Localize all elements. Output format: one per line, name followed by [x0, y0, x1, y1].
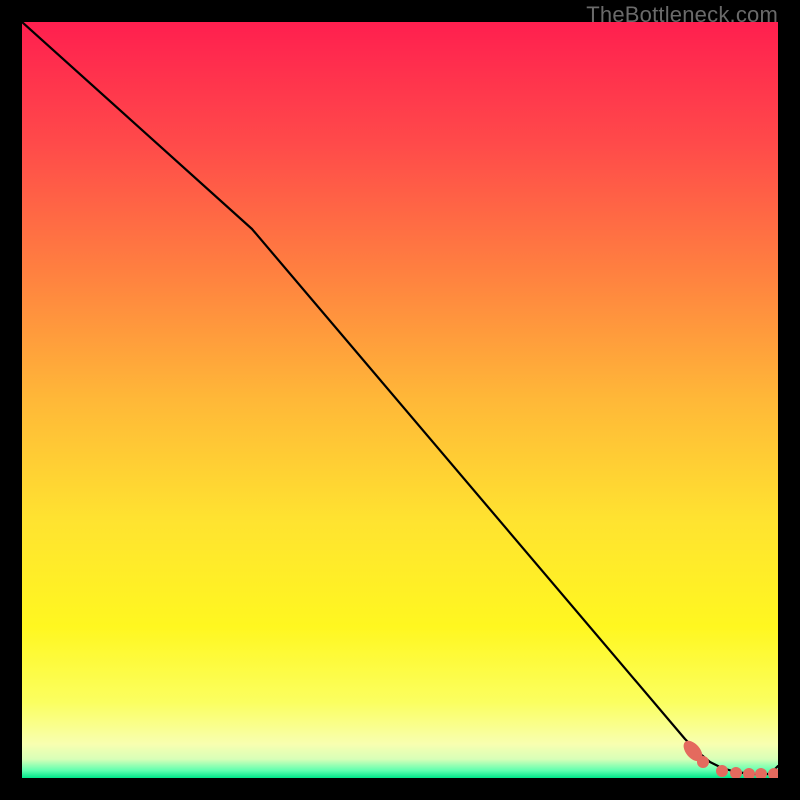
- plot-area: [22, 22, 778, 778]
- chart-stage: TheBottleneck.com: [0, 0, 800, 800]
- highlight-dot: [716, 765, 728, 777]
- watermark-text: TheBottleneck.com: [586, 2, 778, 28]
- chart-svg: [22, 22, 778, 778]
- highlight-dot: [697, 756, 709, 768]
- gradient-background: [22, 22, 778, 778]
